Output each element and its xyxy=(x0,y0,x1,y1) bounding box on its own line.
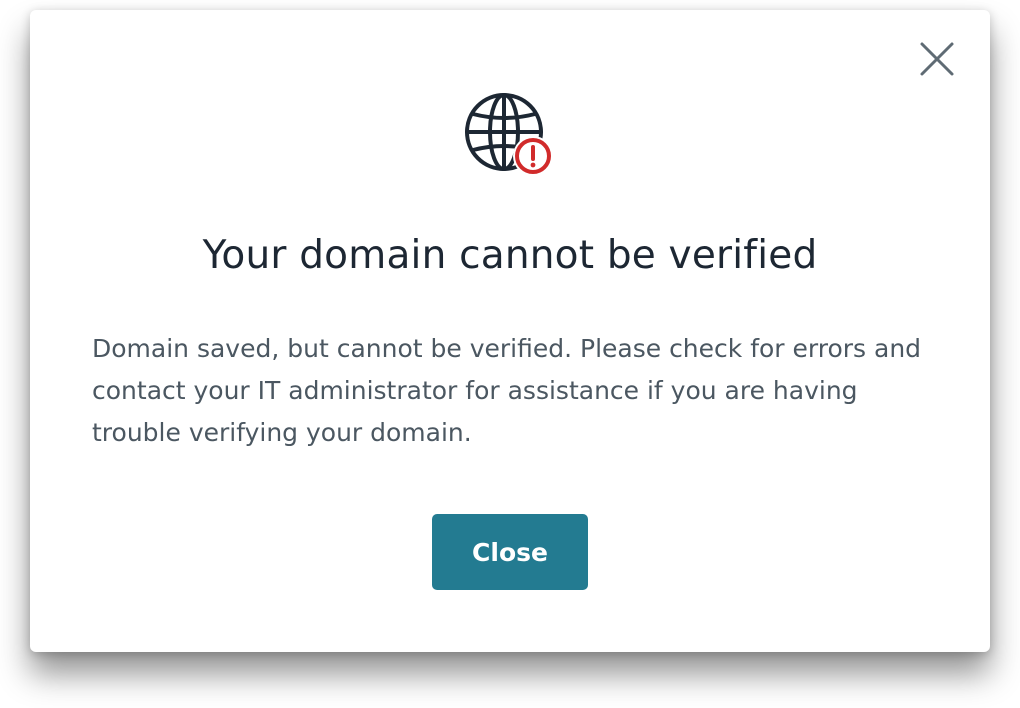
dialog-title: Your domain cannot be verified xyxy=(202,233,818,278)
globe-warning-icon xyxy=(464,90,556,182)
domain-verification-dialog: Your domain cannot be verified Domain sa… xyxy=(30,10,990,652)
close-icon[interactable] xyxy=(914,38,958,82)
close-button[interactable]: Close xyxy=(432,514,588,590)
dialog-message: Domain saved, but cannot be verified. Pl… xyxy=(92,334,922,447)
